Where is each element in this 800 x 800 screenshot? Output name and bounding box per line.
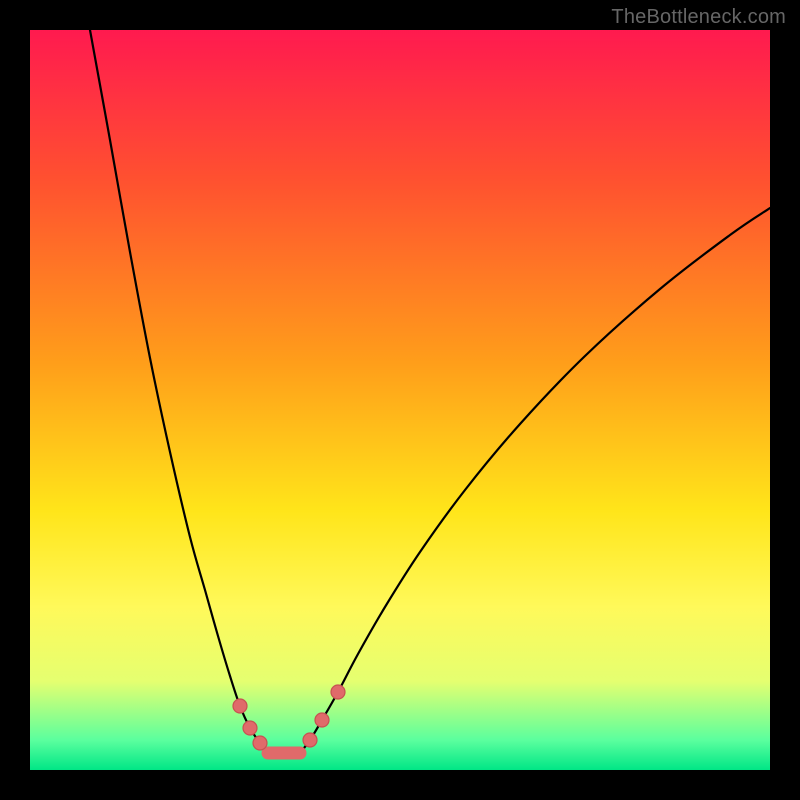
- curve-marker: [331, 685, 345, 699]
- right-curve: [300, 208, 770, 753]
- curve-marker: [315, 713, 329, 727]
- curve-markers: [233, 685, 345, 750]
- curve-marker: [243, 721, 257, 735]
- chart-frame: [30, 30, 770, 770]
- curve-marker: [303, 733, 317, 747]
- curve-layer: [30, 30, 770, 770]
- curve-marker: [233, 699, 247, 713]
- watermark-text: TheBottleneck.com: [611, 6, 786, 29]
- left-curve: [90, 30, 268, 753]
- curve-marker: [253, 736, 267, 750]
